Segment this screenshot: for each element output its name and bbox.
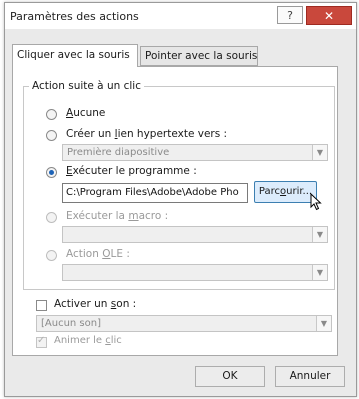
browse-button[interactable]: Parcourir... (254, 181, 317, 203)
label-none: Aucune (66, 107, 106, 119)
hyperlink-select: Première diapositive ▼ (62, 144, 328, 161)
sound-checkbox[interactable] (36, 300, 47, 311)
dialog-title: Paramètres des actions (10, 10, 139, 23)
chevron-down-icon: ▼ (312, 145, 327, 160)
cancel-button[interactable]: Annuler (275, 366, 345, 387)
chevron-down-icon: ▼ (316, 316, 331, 331)
ole-select: ▼ (62, 264, 328, 281)
mouse-cursor-icon (310, 193, 322, 211)
radio-run-program[interactable] (46, 167, 57, 178)
label-run-program: Exécuter le programme : (66, 165, 197, 177)
checkmark-icon: ✓ (37, 335, 46, 346)
animate-click-checkbox[interactable]: ✓ (36, 335, 47, 348)
chevron-down-icon: ▼ (312, 227, 327, 242)
radio-hyperlink[interactable] (46, 130, 57, 141)
tab-mouse-over[interactable]: Pointer avec la souris (140, 46, 258, 66)
radio-run-macro[interactable] (46, 212, 57, 223)
label-ole-action: Action OLE : (66, 248, 130, 260)
chevron-down-icon: ▼ (312, 265, 327, 280)
group-legend: Action suite à un clic (29, 80, 144, 92)
radio-ole-action[interactable] (46, 250, 57, 261)
label-hyperlink: Créer un lien hypertexte vers : (66, 128, 228, 140)
help-button[interactable]: ? (277, 6, 303, 24)
macro-select: ▼ (62, 226, 328, 243)
label-sound: Activer un son : (54, 298, 137, 310)
tab-mouse-click[interactable]: Cliquer avec la souris (12, 44, 138, 67)
radio-none[interactable] (46, 109, 57, 120)
close-icon: ✕ (323, 9, 335, 23)
program-path-input[interactable]: C:\Program Files\Adobe\Adobe Pho (62, 183, 248, 203)
close-button[interactable]: ✕ (306, 6, 352, 25)
sound-select-value: [Aucun son] (41, 318, 101, 329)
ok-button[interactable]: OK (195, 366, 265, 387)
help-icon: ? (287, 9, 293, 22)
label-animate-click: Animer le clic (54, 335, 122, 346)
sound-select: [Aucun son] ▼ (36, 315, 332, 332)
label-run-macro: Exécuter la macro : (66, 210, 169, 222)
hyperlink-select-value: Première diapositive (67, 147, 170, 158)
title-bar: Paramètres des actions ? ✕ (5, 3, 356, 29)
